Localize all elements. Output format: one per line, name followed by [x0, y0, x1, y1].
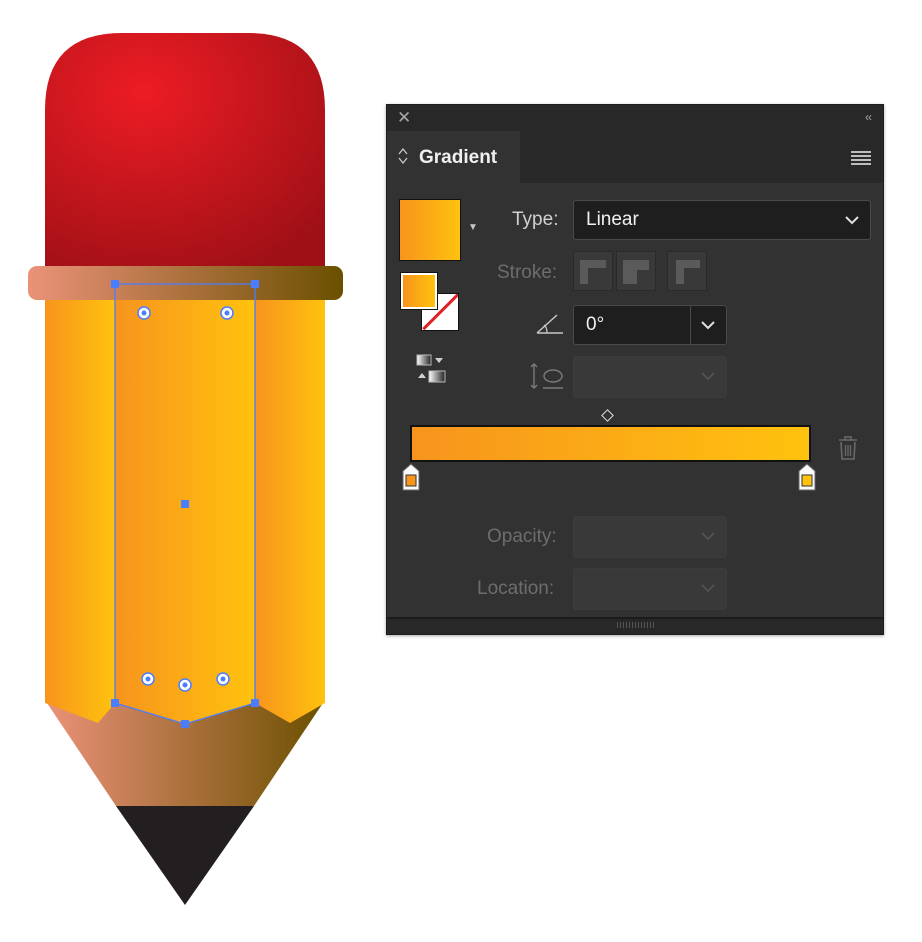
pencil-body-left: [45, 296, 115, 723]
tab-expand-icon[interactable]: [398, 148, 408, 164]
gradient-stop-right[interactable]: [798, 463, 816, 491]
panel-resize-strip[interactable]: [387, 617, 883, 634]
collapse-icon[interactable]: ‹‹: [865, 110, 872, 124]
aspect-ratio-icon: [530, 363, 563, 389]
pencil-ferrule: [28, 266, 343, 300]
pencil-tip: [116, 806, 254, 905]
type-value: Linear: [586, 209, 639, 230]
aspect-ratio-select[interactable]: [573, 356, 727, 398]
aspect-chevron-down-icon: [701, 372, 715, 381]
stroke-along-button[interactable]: [616, 251, 656, 291]
stroke-label: Stroke:: [497, 262, 558, 283]
type-select[interactable]: Linear: [573, 200, 871, 240]
stroke-across-button[interactable]: [667, 251, 707, 291]
gradient-stop-left[interactable]: [402, 463, 420, 491]
angle-chevron-down-icon[interactable]: [700, 315, 716, 335]
location-chevron-down-icon: [701, 584, 715, 593]
angle-value: 0°: [586, 314, 605, 335]
pencil-artwork: [28, 33, 343, 905]
fill-swatch[interactable]: [400, 272, 438, 310]
type-label: Type:: [512, 209, 559, 230]
angle-input[interactable]: 0°: [573, 305, 727, 345]
tab-gradient[interactable]: Gradient: [387, 131, 520, 186]
resize-grip-icon[interactable]: [617, 622, 655, 628]
gradient-slider-bar[interactable]: [410, 425, 811, 462]
panel-menu-icon[interactable]: [851, 151, 871, 167]
tab-gradient-label: Gradient: [419, 147, 498, 168]
panel-tab-row: Gradient: [387, 131, 883, 186]
location-label: Location:: [477, 578, 555, 599]
swatch-dropdown-icon[interactable]: ▼: [468, 222, 478, 233]
opacity-label: Opacity:: [487, 526, 557, 547]
close-icon[interactable]: ✕: [397, 108, 411, 128]
stroke-within-button[interactable]: [573, 251, 613, 291]
opacity-select[interactable]: [573, 516, 727, 558]
pencil-body-right: [255, 296, 325, 723]
angle-icon: [536, 314, 563, 334]
opacity-chevron-down-icon: [701, 532, 715, 541]
delete-stop-icon[interactable]: [837, 435, 859, 461]
eraser: [45, 33, 325, 270]
gradient-midpoint-handle[interactable]: [601, 409, 614, 422]
location-select[interactable]: [573, 568, 727, 610]
reverse-gradient-icon[interactable]: [415, 354, 449, 384]
gradient-panel: ✕ ‹‹ Gradient ▼ Type: Linear Stroke: 0° …: [386, 104, 884, 635]
pencil-body-center: [115, 296, 255, 724]
panel-titlebar: ✕ ‹‹: [387, 105, 883, 131]
gradient-swatch[interactable]: [399, 199, 461, 261]
chevron-down-icon: [845, 216, 859, 225]
